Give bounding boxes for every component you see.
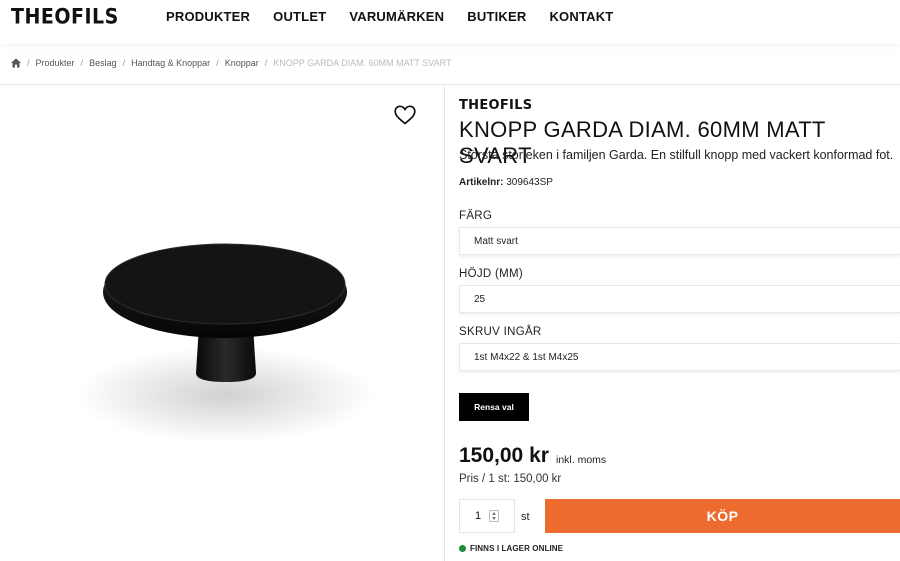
buy-button[interactable]: KÖP xyxy=(545,499,900,533)
breadcrumb-separator: / xyxy=(27,58,30,68)
breadcrumb-current: KNOPP GARDA DIAM. 60MM MATT SVART xyxy=(273,58,452,68)
article-number-value: 309643SP xyxy=(503,177,553,188)
column-divider xyxy=(444,84,445,561)
breadcrumb-produkter[interactable]: Produkter xyxy=(36,58,75,68)
price-vat-note: inkl. moms xyxy=(556,454,607,466)
breadcrumb-separator: / xyxy=(216,58,219,68)
nav-varumarken[interactable]: VARUMÄRKEN xyxy=(349,9,444,24)
nav-produkter[interactable]: PRODUKTER xyxy=(166,9,250,24)
breadcrumb-separator: / xyxy=(80,58,84,68)
nav-kontakt[interactable]: KONTAKT xyxy=(549,9,613,24)
screw-label: SKRUV INGÅR xyxy=(459,326,542,338)
site-logo[interactable]: THEOFILS xyxy=(11,5,119,29)
quantity-field[interactable]: 1 xyxy=(459,499,515,533)
unit-price: Pris / 1 st: 150,00 kr xyxy=(459,473,562,485)
color-select[interactable]: Matt svart xyxy=(459,227,900,255)
nav-butiker[interactable]: BUTIKER xyxy=(467,9,526,24)
product-image[interactable] xyxy=(60,230,390,460)
content-divider xyxy=(0,84,900,85)
screw-select[interactable]: 1st M4x22 & 1st M4x25 xyxy=(459,343,900,371)
article-number: Artikelnr: 309643SP xyxy=(459,177,553,188)
clear-selection-button[interactable]: Rensa val xyxy=(459,393,529,421)
height-label: HÖJD (MM) xyxy=(459,268,524,280)
breadcrumb: / Produkter / Beslag / Handtag & Knoppar… xyxy=(11,58,451,68)
breadcrumb-handtag-knoppar[interactable]: Handtag & Knoppar xyxy=(131,58,210,68)
stock-dot-icon xyxy=(459,545,466,552)
breadcrumb-separator: / xyxy=(264,58,268,68)
breadcrumb-beslag[interactable]: Beslag xyxy=(89,58,117,68)
breadcrumb-knoppar[interactable]: Knoppar xyxy=(225,58,259,68)
quantity-value: 1 xyxy=(474,510,482,522)
site-header: THEOFILS PRODUKTER OUTLET VARUMÄRKEN BUT… xyxy=(0,0,900,44)
product-brand[interactable]: THEOFILS xyxy=(459,98,532,113)
home-icon[interactable] xyxy=(11,58,21,68)
stepper-icon[interactable] xyxy=(489,510,500,522)
stock-status-text: FINNS I LAGER ONLINE xyxy=(470,544,564,553)
heart-icon[interactable] xyxy=(394,105,416,125)
nav-outlet[interactable]: OUTLET xyxy=(273,9,326,24)
quantity-unit: st xyxy=(521,511,530,523)
product-description: Största storleken i familjen Garda. En s… xyxy=(459,148,894,162)
height-select[interactable]: 25 xyxy=(459,285,900,313)
stock-status: FINNS I LAGER ONLINE xyxy=(459,544,563,553)
color-label: FÄRG xyxy=(459,210,493,222)
breadcrumb-separator: / xyxy=(122,58,126,68)
product-price: 150,00 kr xyxy=(459,444,549,467)
article-number-label: Artikelnr: xyxy=(459,177,504,188)
main-nav: PRODUKTER OUTLET VARUMÄRKEN BUTIKER KONT… xyxy=(166,9,613,24)
